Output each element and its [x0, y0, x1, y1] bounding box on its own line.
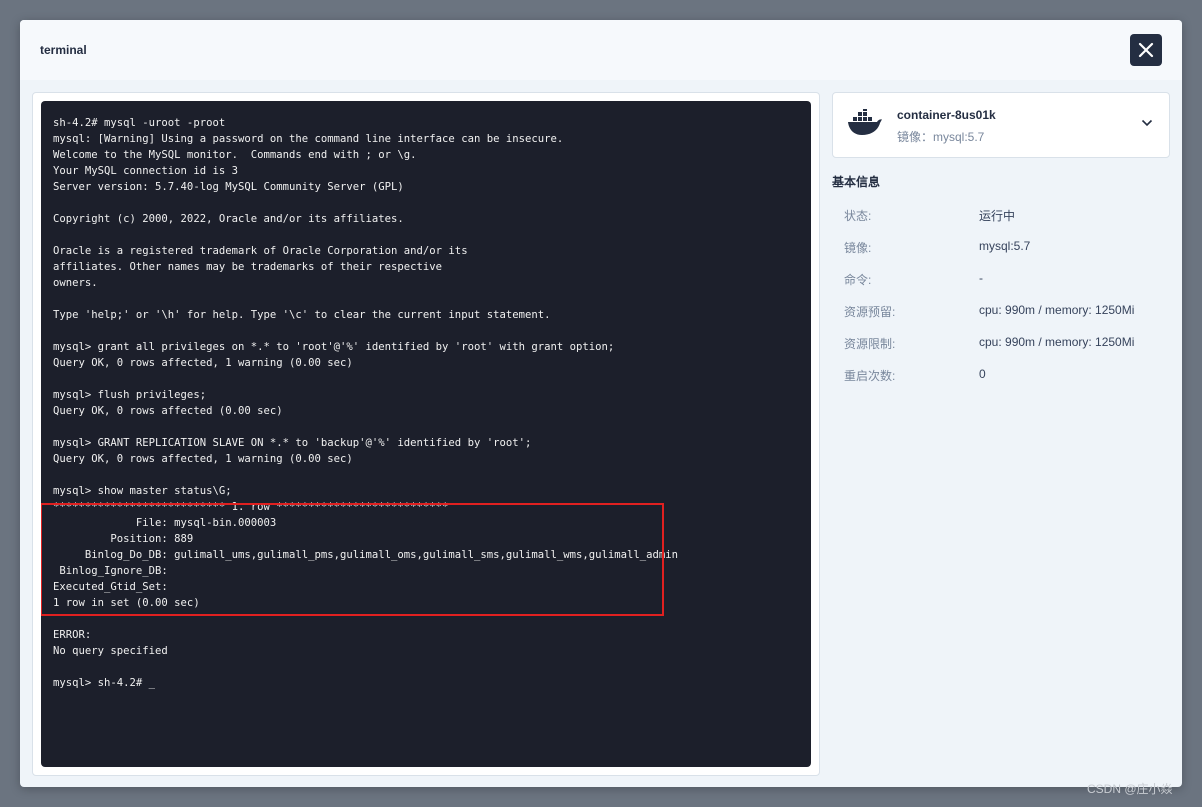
basic-info-title: 基本信息 [832, 175, 881, 189]
close-button[interactable] [1130, 34, 1162, 66]
terminal-screen[interactable]: sh-4.2# mysql -uroot -proot mysql: [Warni… [41, 101, 811, 767]
info-row-command: 命令: - [832, 271, 1170, 291]
modal-title: terminal [40, 43, 87, 57]
info-key: 重启次数: [844, 369, 896, 383]
terminal-line: Query OK, 0 rows affected, 1 warning (0.… [53, 453, 353, 465]
terminal-line: *************************** 1. row *****… [53, 501, 449, 513]
info-value: - [979, 271, 983, 285]
terminal-line: mysql> sh-4.2# _ [53, 677, 156, 689]
terminal-line: mysql> flush privileges; [53, 389, 207, 401]
terminal-modal: terminal sh-4.2# mysql -uroot -proot mysq… [20, 20, 1182, 787]
info-row-status: 状态: 运行中 [832, 207, 1170, 227]
info-value: mysql:5.7 [979, 239, 1031, 253]
container-image-label: 镜像：mysql:5.7 [897, 130, 985, 144]
info-key: 资源预留: [844, 305, 896, 319]
terminal-line: Query OK, 0 rows affected (0.00 sec) [53, 405, 283, 417]
container-name: container-8us01k [897, 108, 996, 122]
terminal-line: Executed_Gtid_Set: [53, 581, 168, 593]
info-value: cpu: 990m / memory: 1250Mi [979, 335, 1135, 349]
terminal-line: mysql> grant all privileges on *.* to 'r… [53, 341, 615, 353]
terminal-line: Query OK, 0 rows affected, 1 warning (0.… [53, 357, 353, 369]
info-row-resource-limit: 资源限制: cpu: 990m / memory: 1250Mi [832, 335, 1170, 355]
terminal-line: Server version: 5.7.40-log MySQL Communi… [53, 181, 404, 193]
terminal-line: Position: 889 [53, 533, 194, 545]
info-key: 状态: [844, 209, 872, 223]
terminal-line: Binlog_Do_DB: gulimall_ums,gulimall_pms,… [53, 549, 679, 561]
terminal-output: sh-4.2# mysql -uroot -proot mysql: [Warni… [53, 115, 678, 691]
terminal-line: 1 row in set (0.00 sec) [53, 597, 200, 609]
chevron-down-icon [1141, 119, 1153, 127]
terminal-line: Copyright (c) 2000, 2022, Oracle and/or … [53, 213, 404, 225]
terminal-line: owners. [53, 277, 98, 289]
terminal-panel: sh-4.2# mysql -uroot -proot mysql: [Warni… [32, 92, 820, 776]
info-row-resource-reservation: 资源预留: cpu: 990m / memory: 1250Mi [832, 303, 1170, 323]
terminal-line: File: mysql-bin.000003 [53, 517, 277, 529]
info-row-restart-count: 重启次数: 0 [832, 367, 1170, 387]
info-row-image: 镜像: mysql:5.7 [832, 239, 1170, 259]
terminal-line: Type 'help;' or '\h' for help. Type '\c'… [53, 309, 551, 321]
container-selector[interactable]: container-8us01k 镜像：mysql:5.7 [832, 92, 1170, 158]
terminal-line: Welcome to the MySQL monitor. Commands e… [53, 149, 417, 161]
terminal-line: No query specified [53, 645, 168, 657]
close-icon [1138, 42, 1154, 58]
docker-icon [848, 109, 882, 135]
terminal-line: Oracle is a registered trademark of Orac… [53, 245, 468, 257]
info-value: cpu: 990m / memory: 1250Mi [979, 303, 1135, 317]
info-key: 镜像: [844, 241, 872, 255]
terminal-line: affiliates. Other names may be trademark… [53, 261, 443, 273]
modal-header: terminal [20, 20, 1182, 80]
terminal-line: mysql: [Warning] Using a password on the… [53, 133, 564, 145]
terminal-line: mysql> GRANT REPLICATION SLAVE ON *.* to… [53, 437, 532, 449]
terminal-line: Your MySQL connection id is 3 [53, 165, 238, 177]
info-value: 0 [979, 367, 986, 381]
terminal-line: ERROR: [53, 629, 92, 641]
terminal-line: mysql> show master status\G; [53, 485, 232, 497]
info-key: 命令: [844, 273, 872, 287]
info-value: 运行中 [979, 209, 1016, 223]
terminal-line: Binlog_Ignore_DB: [53, 565, 168, 577]
watermark: CSDN @庄小焱 [1087, 782, 1173, 796]
info-key: 资源限制: [844, 337, 896, 351]
terminal-line: sh-4.2# mysql -uroot -proot [53, 117, 226, 129]
